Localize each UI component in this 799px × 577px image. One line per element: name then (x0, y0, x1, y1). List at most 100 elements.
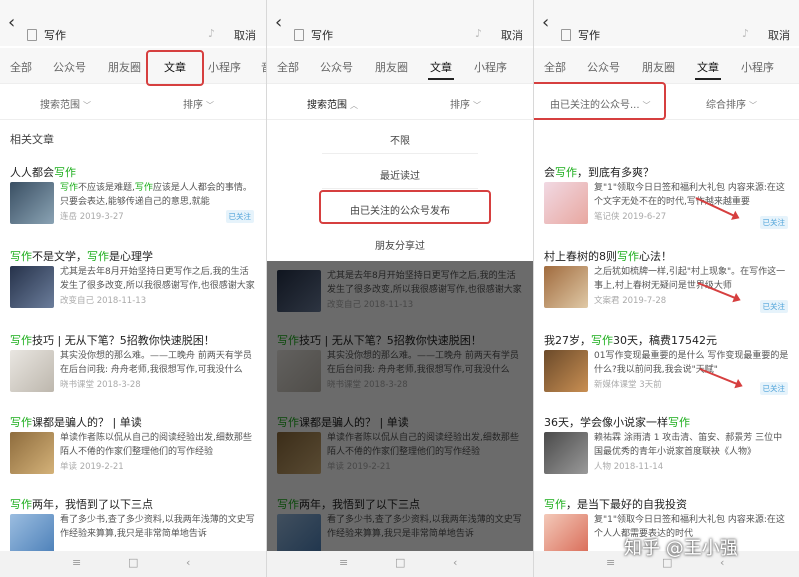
list-item[interactable]: 人人都会写作 写作不应该是难题,写作应该是人人都会的事情。只要会表达,能够传递自… (0, 164, 266, 248)
followed-badge: 已关注 (759, 300, 788, 313)
article-snippet: 复"1"领取今日日签和福利大礼包 内容来源:在这个文字无处不在的时代,写作越来越… (594, 183, 785, 207)
article-snippet: 赖祐霖 涂雨清 1 攻击清、笛安、郝景芳 三位中国最优秀的青年小说家首度联袂《人… (594, 433, 783, 457)
highlight-box-articles-tab (146, 50, 204, 86)
list-item[interactable]: 写作不是文学，写作是心理学 尤其是去年8月开始坚持日更写作之后,我的生活发生了很… (0, 248, 266, 332)
cancel-button[interactable]: 取消 (768, 27, 790, 43)
system-nav-bar: ≡ □ ‹ (267, 551, 533, 577)
article-title: 我27岁，写作30天，稿费17542元 (544, 334, 717, 347)
cancel-button[interactable]: 取消 (501, 27, 523, 43)
scope-option-shared-by-friends[interactable]: 朋友分享过 (267, 237, 533, 252)
system-nav-bar: ≡ □ ‹ (0, 551, 266, 577)
search-scope-icon (27, 29, 37, 41)
back-nav-icon[interactable]: ‹ (453, 556, 457, 569)
article-title: 写作，是当下最好的自我投资 (544, 498, 687, 511)
dim-overlay[interactable] (267, 261, 533, 551)
tab-articles[interactable]: 文章 (697, 59, 719, 75)
microphone-icon[interactable]: ♪ (475, 27, 482, 40)
home-square-icon[interactable]: □ (395, 556, 405, 569)
article-meta: 笔记侠 2019-6-27 (594, 212, 667, 222)
tab-official-accounts[interactable]: 公众号 (587, 59, 620, 75)
article-title: 写作技巧 | 无从下笔？5招教你快速脱困！ (10, 334, 215, 347)
back-nav-icon[interactable]: ‹ (186, 556, 190, 569)
article-meta: 改变自己 2018-11-13 (60, 296, 147, 306)
highlight-box-followed-option (319, 190, 491, 224)
article-snippet: 之后犹如梳牌一样,引起"村上现象"。在写作这一事上,村上春树无疑问是世界级大师 (594, 267, 786, 291)
search-scope-icon (561, 29, 571, 41)
article-snippet: 看了多少书,查了多少资料,以我两年浅薄的文史写作经验来算算,我只是非常简单地告诉 (60, 515, 255, 539)
article-meta: 新媒体课堂 3天前 (594, 380, 662, 390)
tab-mini-programs[interactable]: 小程序 (208, 59, 241, 75)
result-tabs: 全部 公众号 朋友圈 文章 小程序 (267, 48, 533, 84)
chevron-up-icon: ︿ (350, 101, 358, 110)
chevron-down-icon: ﹀ (83, 101, 91, 110)
tab-mini-programs[interactable]: 小程序 (741, 59, 774, 75)
chevron-down-icon: ﹀ (749, 101, 757, 110)
article-thumbnail (10, 350, 54, 392)
panel-followed-results: ‹ 写作 ♪ 取消 全部 公众号 朋友圈 文章 小程序 由已关注的公众号... ﹀… (534, 0, 799, 577)
tab-articles[interactable]: 文章 (430, 59, 452, 75)
filter-scope[interactable]: 搜索范围 ﹀ (40, 96, 91, 111)
article-thumbnail (10, 266, 54, 308)
tab-all[interactable]: 全部 (544, 59, 566, 75)
tab-mini-programs[interactable]: 小程序 (474, 59, 507, 75)
tab-moments[interactable]: 朋友圈 (108, 59, 141, 75)
list-item[interactable]: 写作技巧 | 无从下笔？5招教你快速脱困！ 其实没你想的那么难。——工晚舟 前两… (0, 332, 266, 416)
article-snippet: 其实没你想的那么难。——工晚舟 前两天有学员在后台问我: 舟舟老师,我很想写作,… (60, 351, 252, 375)
article-thumbnail (10, 432, 54, 474)
article-title: 会写作，到底有多爽？ (544, 166, 654, 179)
panel-scope-menu: ‹ 写作 ♪ 取消 全部 公众号 朋友圈 文章 小程序 搜索范围 ︿ 排序 ﹀ 不限… (267, 0, 533, 577)
followed-badge: 已关注 (225, 210, 254, 223)
tab-official-accounts[interactable]: 公众号 (320, 59, 353, 75)
list-item[interactable]: 我27岁，写作30天，稿费17542元 01写作变现最重要的是什么 写作变现最重… (534, 332, 799, 416)
tab-moments[interactable]: 朋友圈 (642, 59, 675, 75)
article-meta: 连岳 2019-3-27 (60, 212, 124, 222)
back-arrow-icon[interactable]: ‹ (8, 12, 15, 33)
article-meta: 晓书课堂 2018-3-28 (60, 380, 141, 390)
tab-moments[interactable]: 朋友圈 (375, 59, 408, 75)
article-title: 人人都会写作 (10, 166, 76, 179)
highlight-box-scope-filter (534, 82, 666, 120)
article-title: 村上春树的8则写作心法！ (544, 250, 672, 263)
article-thumbnail (544, 182, 588, 224)
search-input[interactable]: 写作 (44, 27, 66, 43)
filter-scope[interactable]: 搜索范围 ︿ (307, 96, 358, 111)
article-snippet: 写作不应该是难题,写作应该是人人都会的事情。只要会表达,能够传递自己的意思,就能 (60, 183, 252, 207)
tab-all[interactable]: 全部 (277, 59, 299, 75)
microphone-icon[interactable]: ♪ (742, 27, 749, 40)
filter-sort[interactable]: 综合排序 ﹀ (706, 96, 757, 111)
article-snippet: 01写作变现最重要的是什么 写作变现最重要的是什么?我以前问我,我会说"天赋" (594, 351, 789, 375)
back-arrow-icon[interactable]: ‹ (542, 12, 549, 33)
article-title: 写作课都是骗人的？ | 单读 (10, 416, 142, 429)
menu-icon[interactable]: ≡ (606, 556, 615, 569)
back-arrow-icon[interactable]: ‹ (275, 12, 282, 33)
microphone-icon[interactable]: ♪ (208, 27, 215, 40)
chevron-down-icon: ﹀ (473, 101, 481, 110)
filter-sort[interactable]: 排序 ﹀ (183, 96, 214, 111)
article-thumbnail (544, 266, 588, 308)
home-square-icon[interactable]: □ (128, 556, 138, 569)
menu-icon[interactable]: ≡ (72, 556, 81, 569)
filter-bar: 搜索范围 ︿ 排序 ﹀ (267, 86, 533, 120)
panel-default-results: ‹ 写作 ♪ 取消 全部 公众号 朋友圈 文章 小程序 音 搜索范围﹀ 排序﹀ … (0, 0, 266, 577)
menu-icon[interactable]: ≡ (339, 556, 348, 569)
list-item[interactable]: 写作课都是骗人的？ | 单读 单读作者陈以侃从自己的阅读经验出发,细数那些陌人不… (0, 414, 266, 498)
scope-option-recently-read[interactable]: 最近读过 (267, 167, 533, 182)
tab-all[interactable]: 全部 (10, 59, 32, 75)
list-item[interactable]: 村上春树的8则写作心法！ 之后犹如梳牌一样,引起"村上现象"。在写作这一事上,村… (534, 248, 799, 332)
search-bar: ‹ 写作 ♪ 取消 (267, 0, 533, 46)
filter-bar: 搜索范围 ﹀ 排序 ﹀ (0, 86, 266, 120)
cancel-button[interactable]: 取消 (234, 27, 256, 43)
article-snippet: 尤其是去年8月开始坚持日更写作之后,我的生活发生了很多改变,所以我很感谢写作,也… (60, 267, 255, 291)
article-thumbnail (544, 432, 588, 474)
article-thumbnail (544, 350, 588, 392)
watermark: 知乎 @王小强 (624, 538, 738, 559)
list-item[interactable]: 36天，学会像小说家一样写作 赖祐霖 涂雨清 1 攻击清、笛安、郝景芳 三位中国… (534, 414, 799, 498)
list-item[interactable]: 会写作，到底有多爽？ 复"1"领取今日日签和福利大礼包 内容来源:在这个文字无处… (534, 164, 799, 248)
tab-official-accounts[interactable]: 公众号 (53, 59, 86, 75)
article-snippet: 单读作者陈以侃从自己的阅读经验出发,细数那些陌人不倦的作家们整理他们的写作经验 (60, 433, 252, 457)
divider (322, 188, 478, 189)
scope-option-any[interactable]: 不限 (267, 132, 533, 147)
search-input[interactable]: 写作 (578, 27, 600, 43)
filter-sort[interactable]: 排序 ﹀ (450, 96, 481, 111)
search-input[interactable]: 写作 (311, 27, 333, 43)
